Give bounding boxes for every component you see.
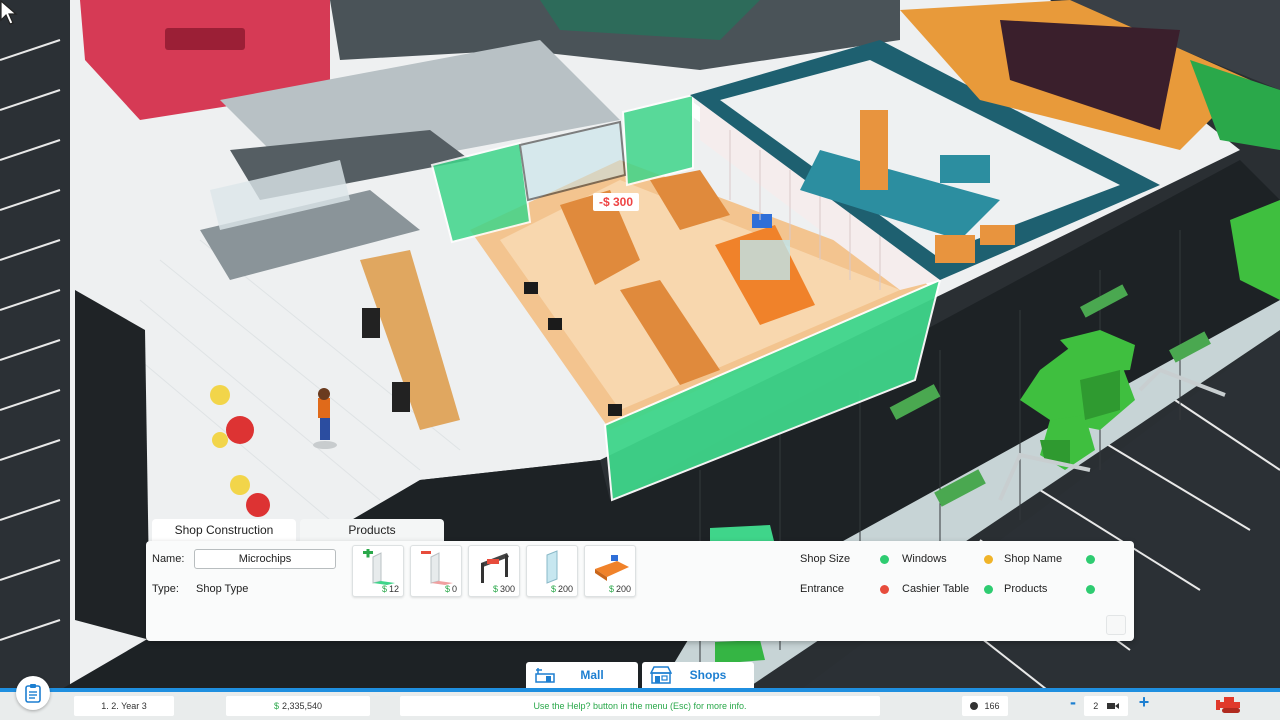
mall-mode-button[interactable]: Mall <box>526 662 638 688</box>
shops-mode-label: Shops <box>689 668 727 682</box>
entrance-price: $300 <box>492 584 515 594</box>
add-wall-icon <box>363 549 395 585</box>
camera-icon <box>1106 703 1119 709</box>
panel-collapse-button[interactable] <box>1106 615 1126 635</box>
bulldozer-icon[interactable] <box>1214 694 1244 714</box>
status-products-indicator <box>1086 585 1095 594</box>
money-display: $2,335,540 <box>226 696 370 716</box>
remove-wall-button[interactable]: $0 <box>410 545 462 597</box>
status-windows-indicator <box>984 555 993 564</box>
type-label: Type: <box>152 583 179 595</box>
status-windows-label: Windows <box>902 553 947 565</box>
cashier-table-button[interactable]: $200 <box>584 545 636 597</box>
entrance-button[interactable]: $300 <box>468 545 520 597</box>
status-entrance-label: Entrance <box>800 583 845 595</box>
shop-name-input[interactable] <box>194 549 336 569</box>
person-icon <box>970 702 979 710</box>
status-products-label: Products <box>1004 583 1048 595</box>
cashier-table-price: $200 <box>608 584 631 594</box>
cashier-table-icon <box>595 555 629 581</box>
help-hint: Use the Help? button in the menu (Esc) f… <box>400 696 880 716</box>
panel-tabs: Shop Construction Products <box>152 519 444 541</box>
shop-type-value: Shop Type <box>196 583 249 595</box>
status-bar: 1. 2. Year 3 $2,335,540 Use the Help? bu… <box>0 688 1280 720</box>
remove-wall-icon <box>421 551 453 585</box>
status-entrance-indicator <box>880 585 889 594</box>
name-label: Name: <box>152 553 185 565</box>
tab-products[interactable]: Products <box>300 519 444 541</box>
shop-construction-panel: Name: Type: Shop Type $12 $0 <box>146 541 1134 641</box>
tab-shop-construction[interactable]: Shop Construction <box>152 519 296 541</box>
window-icon <box>546 550 558 584</box>
status-shop-name-label: Shop Name <box>1004 553 1063 565</box>
cost-popup: -$ 300 <box>593 193 640 211</box>
add-wall-price: $12 <box>381 584 399 594</box>
window-price: $200 <box>550 584 573 594</box>
status-cashier-table-label: Cashier Table <box>902 583 970 595</box>
speed-decrease-button[interactable]: - <box>1064 693 1082 711</box>
objectives-button[interactable] <box>16 676 50 710</box>
game-speed: 2 <box>1084 696 1128 716</box>
mouse-cursor-icon <box>0 0 18 25</box>
status-cashier-table-indicator <box>984 585 993 594</box>
shop-requirements: Shop Size Windows Shop Name Entrance Cas… <box>800 553 1100 613</box>
clipboard-icon <box>25 684 41 703</box>
status-shop-size-indicator <box>880 555 889 564</box>
window-button[interactable]: $200 <box>526 545 578 597</box>
construction-tools: $12 $0 $300 $200 $ 200 <box>352 545 636 597</box>
remove-wall-price: $0 <box>444 584 457 594</box>
speed-increase-button[interactable]: + <box>1135 693 1153 711</box>
shops-mode-button[interactable]: Shops <box>642 662 754 688</box>
status-shop-size-label: Shop Size <box>800 553 851 565</box>
game-date: 1. 2. Year 3 <box>74 696 174 716</box>
visitor-count: 166 <box>962 696 1008 716</box>
status-shop-name-indicator <box>1086 555 1095 564</box>
add-wall-button[interactable]: $12 <box>352 545 404 597</box>
mall-mode-label: Mall <box>580 668 604 682</box>
entrance-icon <box>481 553 509 583</box>
